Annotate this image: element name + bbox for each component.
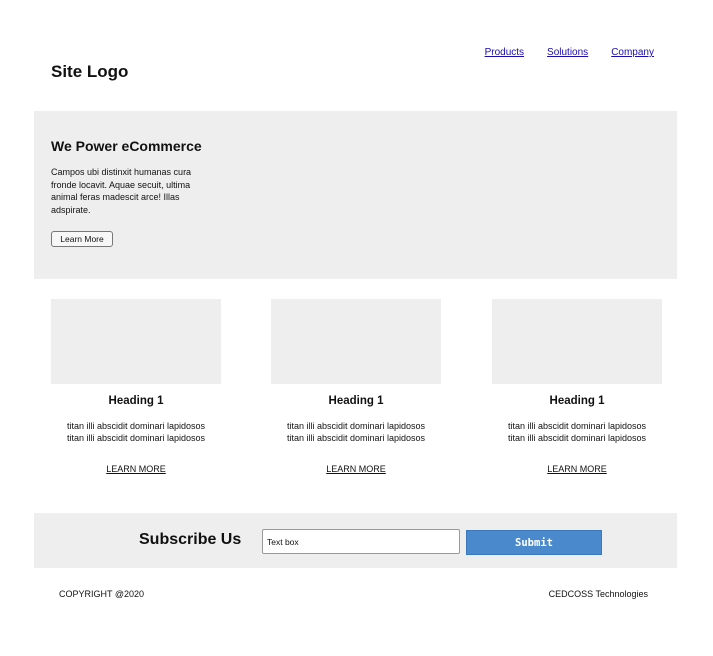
card-learn-more-link[interactable]: LEARN MORE [326, 464, 386, 474]
hero-title: We Power eCommerce [51, 138, 202, 154]
card-learn-more-link[interactable]: LEARN MORE [106, 464, 166, 474]
subscribe-section: Subscribe Us Submit [34, 513, 677, 568]
footer-company: CEDCOSS Technologies [548, 589, 648, 599]
card-heading: Heading 1 [108, 395, 164, 407]
card-text-line: titan illi abscidit dominari lapidosos [66, 433, 206, 443]
card-text-line: titan illi abscidit dominari lapidosos [66, 421, 206, 431]
site-logo: Site Logo [51, 62, 129, 81]
feature-card-3: Heading 1 titan illi abscidit dominari l… [492, 299, 662, 477]
feature-card-2: Heading 1 titan illi abscidit dominari l… [271, 299, 441, 477]
card-text-line: titan illi abscidit dominari lapidosos [286, 421, 426, 431]
card-heading: Heading 1 [328, 395, 384, 407]
footer-copyright: COPYRIGHT @2020 [59, 589, 144, 599]
nav-link-products[interactable]: Products [485, 47, 524, 58]
nav-link-solutions[interactable]: Solutions [547, 47, 588, 58]
card-text: titan illi abscidit dominari lapidosos t… [492, 420, 662, 444]
subscribe-email-input[interactable] [262, 529, 460, 554]
main-nav: Products Solutions Company [485, 47, 654, 58]
feature-card-1: Heading 1 titan illi abscidit dominari l… [51, 299, 221, 477]
card-heading: Heading 1 [549, 395, 605, 407]
subscribe-title: Subscribe Us [139, 531, 242, 548]
card-image-placeholder [51, 299, 221, 384]
card-image-placeholder [492, 299, 662, 384]
submit-button[interactable]: Submit [466, 530, 602, 555]
card-text: titan illi abscidit dominari lapidosos t… [271, 420, 441, 444]
learn-more-button[interactable]: Learn More [51, 231, 113, 247]
card-text-line: titan illi abscidit dominari lapidosos [286, 433, 426, 443]
card-image-placeholder [271, 299, 441, 384]
card-text-line: titan illi abscidit dominari lapidosos [507, 421, 647, 431]
card-text: titan illi abscidit dominari lapidosos t… [51, 420, 221, 444]
hero-section: We Power eCommerce Campos ubi distinxit … [34, 111, 677, 279]
page: Site Logo Products Solutions Company We … [0, 0, 713, 656]
card-text-line: titan illi abscidit dominari lapidosos [507, 433, 647, 443]
hero-text: Campos ubi distinxit humanas cura fronde… [51, 167, 192, 215]
nav-link-company[interactable]: Company [611, 47, 654, 58]
card-learn-more-link[interactable]: LEARN MORE [547, 464, 607, 474]
